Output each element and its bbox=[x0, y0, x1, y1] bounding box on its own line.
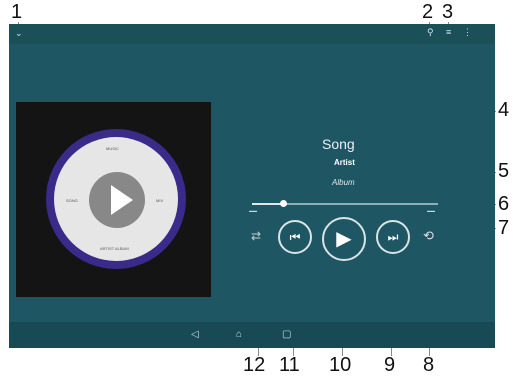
callout-1: 1 bbox=[11, 1, 23, 23]
status-bar bbox=[9, 24, 495, 44]
skip-previous-icon: ⏮ bbox=[289, 230, 301, 244]
play-button[interactable]: ▶ bbox=[322, 217, 366, 261]
callout-8: 8 bbox=[423, 354, 435, 376]
callout-2: 2 bbox=[422, 1, 434, 23]
home-icon[interactable]: ⌂ bbox=[236, 329, 242, 340]
album-name: Album bbox=[332, 178, 355, 187]
progress-fill bbox=[252, 203, 280, 205]
disc-label-bottom: ARTIST ALBUM bbox=[100, 246, 129, 251]
callout-10: 10 bbox=[329, 354, 352, 376]
navigation-bar: ◁ ⌂ ▢ bbox=[9, 322, 495, 348]
repeat-icon[interactable]: ⟲ bbox=[423, 228, 434, 244]
artist-name: Artist bbox=[334, 158, 355, 167]
elapsed-time: ▬▬ bbox=[249, 208, 257, 213]
progress-handle[interactable] bbox=[280, 200, 287, 207]
chevron-down-icon[interactable]: ⌄ bbox=[15, 28, 23, 39]
more-vert-icon[interactable]: ⋮ bbox=[463, 27, 472, 38]
album-art[interactable]: MUSIC SONG MIX ARTIST ALBUM bbox=[16, 102, 211, 297]
recent-apps-icon[interactable]: ▢ bbox=[282, 329, 291, 340]
total-time: ▬▬ bbox=[427, 208, 435, 213]
play-icon: ▶ bbox=[336, 228, 352, 250]
previous-button[interactable]: ⏮ bbox=[278, 220, 312, 254]
song-title: Song bbox=[322, 136, 355, 152]
search-icon[interactable]: ⚲ bbox=[427, 27, 434, 38]
next-button[interactable]: ⏭ bbox=[376, 220, 410, 254]
disc-label-right: MIX bbox=[156, 198, 164, 203]
callout-3: 3 bbox=[442, 1, 454, 23]
skip-next-icon: ⏭ bbox=[387, 230, 399, 244]
callout-4: 4 bbox=[498, 99, 510, 121]
disc-label-left: SONG bbox=[66, 198, 78, 203]
callout-7: 7 bbox=[498, 217, 510, 239]
callout-9: 9 bbox=[384, 354, 396, 376]
play-icon bbox=[111, 185, 133, 215]
callout-6: 6 bbox=[498, 193, 510, 215]
callout-11: 11 bbox=[279, 354, 300, 376]
shuffle-icon[interactable]: ⇄ bbox=[251, 229, 261, 243]
callout-5: 5 bbox=[498, 160, 510, 182]
back-icon[interactable]: ◁ bbox=[191, 329, 199, 340]
callout-12: 12 bbox=[243, 354, 266, 376]
equalizer-icon[interactable]: ≡ bbox=[446, 27, 451, 37]
disc-label-top: MUSIC bbox=[106, 146, 119, 151]
